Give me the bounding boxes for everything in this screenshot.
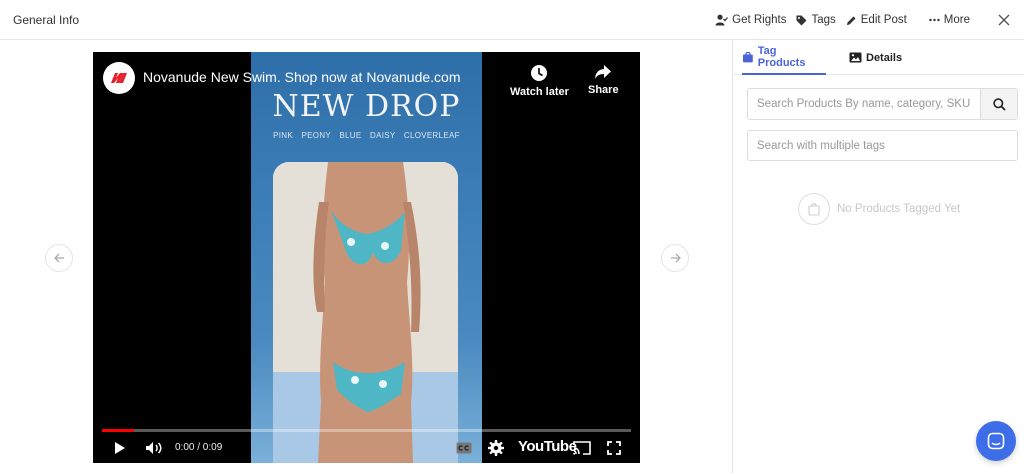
chat-icon <box>987 432 1005 450</box>
empty-state-text: No Products Tagged Yet <box>837 203 961 215</box>
thumbnail-subline: PINK PEONY BLUE DAISY CLOVERLEAF <box>273 131 460 140</box>
thumbnail-headline: NEW DROP <box>272 89 461 124</box>
player-controls: 0:00 / 0:09 YouTube <box>93 433 640 463</box>
tab-details[interactable]: Details <box>849 40 902 75</box>
arrow-right-icon <box>670 253 681 263</box>
arrow-left-icon <box>53 253 64 263</box>
video-progress-bar[interactable] <box>102 429 631 432</box>
user-check-icon <box>715 14 729 26</box>
sidebar-tabs: Tag Products Details <box>734 40 1024 75</box>
page-title: General Info <box>13 13 80 27</box>
play-icon <box>115 442 125 454</box>
channel-avatar[interactable] <box>103 62 135 94</box>
fullscreen-icon <box>607 441 621 455</box>
share-button[interactable]: Share <box>588 64 619 96</box>
cast-button[interactable] <box>571 433 593 463</box>
tab-tag-products[interactable]: Tag Products <box>742 40 826 75</box>
captions-icon <box>456 442 472 454</box>
tag-icon <box>796 15 807 25</box>
watch-later-button[interactable]: Watch later <box>510 64 569 98</box>
video-title[interactable]: Novanude New Swim. Shop now at Novanude.… <box>143 69 461 85</box>
ellipsis-icon <box>929 18 940 22</box>
get-rights-label: Get Rights <box>732 14 787 26</box>
watch-later-label: Watch later <box>510 86 569 98</box>
volume-icon <box>146 442 162 454</box>
more-button[interactable]: More <box>929 14 970 26</box>
settings-button[interactable] <box>485 433 507 463</box>
fullscreen-button[interactable] <box>603 433 625 463</box>
share-icon <box>595 65 612 79</box>
get-rights-button[interactable]: Get Rights <box>715 14 786 26</box>
model-illustration <box>273 162 458 463</box>
clock-icon <box>531 65 548 81</box>
volume-button[interactable] <box>143 433 165 463</box>
top-header: General Info Get Rights Tags Edit Post M… <box>0 0 1024 40</box>
video-progress-fill <box>102 429 134 432</box>
captions-button[interactable] <box>453 433 475 463</box>
header-actions: Get Rights Tags Edit Post More <box>715 0 1024 40</box>
tab-tag-products-label: Tag Products <box>757 44 806 69</box>
tags-button[interactable]: Tags <box>796 14 836 26</box>
product-search-input[interactable] <box>748 89 981 119</box>
video-player[interactable]: NEW DROP PINK PEONY BLUE DAISY CLOVERLEA… <box>93 52 640 463</box>
image-icon <box>849 52 862 63</box>
edit-post-button[interactable]: Edit Post <box>846 14 907 26</box>
shopping-bag-icon <box>742 51 753 62</box>
time-display: 0:00 / 0:09 <box>175 442 223 453</box>
play-button[interactable] <box>109 433 131 463</box>
tags-label: Tags <box>811 14 836 26</box>
search-icon <box>992 97 1006 111</box>
media-area: NEW DROP PINK PEONY BLUE DAISY CLOVERLEA… <box>0 40 733 473</box>
close-icon <box>998 14 1010 26</box>
video-thumbnail: NEW DROP PINK PEONY BLUE DAISY CLOVERLEA… <box>251 52 482 463</box>
more-label: More <box>943 14 970 26</box>
share-label: Share <box>588 84 619 96</box>
gear-icon <box>488 440 504 456</box>
cast-icon <box>573 441 591 455</box>
search-button[interactable] <box>980 89 1017 119</box>
empty-state: No Products Tagged Yet <box>798 193 960 225</box>
tag-products-panel: Tag Products Details No Products Tagged … <box>734 40 1024 473</box>
channel-logo-icon <box>111 73 127 83</box>
model-photo <box>273 162 458 463</box>
close-button[interactable] <box>994 10 1014 30</box>
previous-button[interactable] <box>45 244 73 272</box>
next-button[interactable] <box>661 244 689 272</box>
pencil-icon <box>846 16 856 25</box>
youtube-logo[interactable]: YouTube <box>518 438 577 455</box>
multi-tag-search-input[interactable] <box>747 130 1018 161</box>
chat-button[interactable] <box>976 421 1016 461</box>
empty-bag-icon <box>798 193 830 225</box>
edit-post-label: Edit Post <box>860 14 907 26</box>
product-search <box>747 88 1018 120</box>
tab-details-label: Details <box>866 51 903 64</box>
